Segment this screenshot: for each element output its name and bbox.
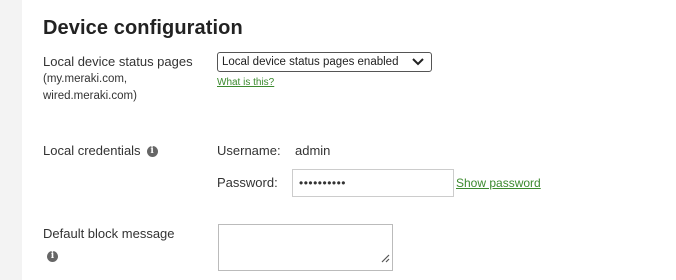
credentials-label-group: Local credentials i xyxy=(43,141,158,160)
status-pages-selected-value: Local device status pages enabled xyxy=(222,56,399,68)
status-pages-select[interactable]: Local device status pages enabled xyxy=(217,52,432,72)
username-value: admin xyxy=(295,143,331,158)
block-message-textarea[interactable] xyxy=(218,224,393,271)
block-message-label-group: Default block message i xyxy=(43,224,193,265)
credentials-label: Local credentials xyxy=(43,143,141,158)
chevron-down-icon xyxy=(411,56,425,74)
username-label: Username: xyxy=(217,143,281,158)
password-label: Password: xyxy=(217,175,278,190)
resize-grip-icon[interactable] xyxy=(380,250,390,268)
status-pages-label: Local device status pages xyxy=(43,54,193,69)
block-message-label: Default block message xyxy=(43,226,175,241)
what-is-this-link[interactable]: What is this? xyxy=(217,77,274,88)
password-input[interactable]: •••••••••• xyxy=(292,169,454,197)
device-configuration-panel: Device configuration Local device status… xyxy=(22,0,676,280)
show-password-link[interactable]: Show password xyxy=(456,176,541,190)
status-pages-sub-label: (my.meraki.com, wired.meraki.com) xyxy=(43,73,137,102)
info-icon[interactable]: i xyxy=(146,146,158,158)
status-pages-label-group: Local device status pages (my.meraki.com… xyxy=(43,52,193,105)
info-icon[interactable]: i xyxy=(47,251,58,263)
section-title: Device configuration xyxy=(43,17,243,39)
